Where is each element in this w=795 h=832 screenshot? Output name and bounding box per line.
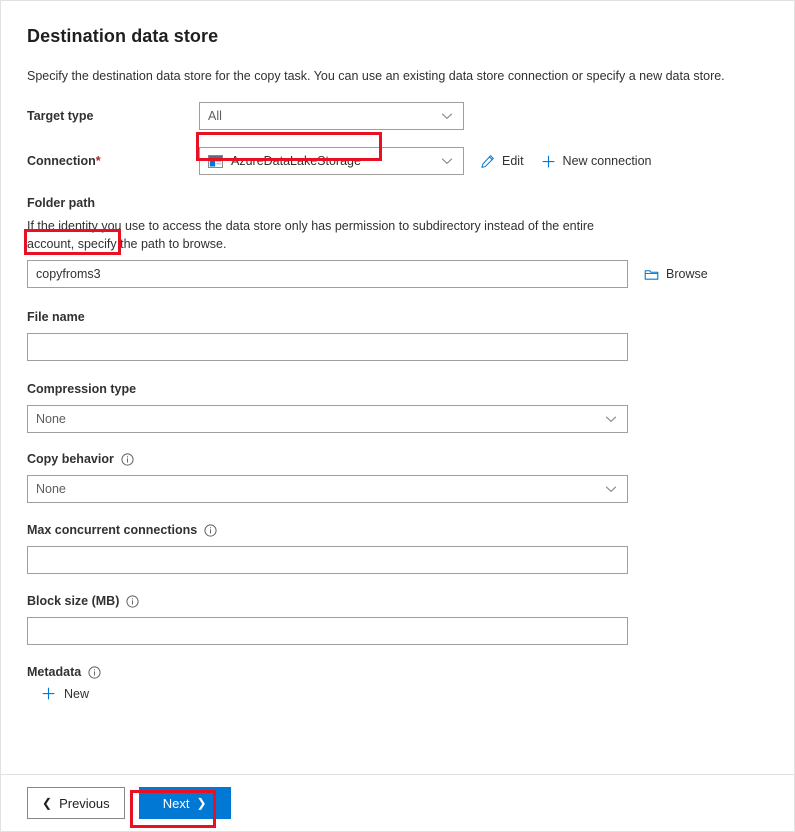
metadata-label-text: Metadata bbox=[27, 664, 81, 681]
file-name-block: File name bbox=[27, 309, 768, 361]
block-size-block: Block size (MB) bbox=[27, 593, 768, 645]
chevron-down-icon bbox=[605, 413, 617, 425]
copy-behavior-dropdown[interactable]: None bbox=[27, 475, 628, 503]
wizard-footer: ❮ Previous Next ❯ bbox=[1, 774, 794, 831]
new-connection-label: New connection bbox=[563, 154, 652, 168]
previous-button[interactable]: ❮ Previous bbox=[27, 787, 125, 819]
folder-path-row: copyfroms3 Browse bbox=[27, 260, 768, 288]
compression-type-dropdown[interactable]: None bbox=[27, 405, 628, 433]
plus-icon bbox=[41, 686, 56, 701]
chevron-right-icon: ❯ bbox=[196, 797, 206, 809]
connection-dropdown[interactable]: AzureDataLakeStorage bbox=[199, 147, 464, 175]
connection-label: Connection* bbox=[27, 154, 199, 168]
block-size-input[interactable] bbox=[27, 617, 628, 645]
copy-behavior-label-text: Copy behavior bbox=[27, 451, 114, 468]
copy-behavior-label: Copy behavior bbox=[27, 451, 768, 468]
info-icon[interactable] bbox=[121, 453, 134, 466]
panel-content: Destination data store Specify the desti… bbox=[1, 1, 794, 776]
block-size-label: Block size (MB) bbox=[27, 593, 768, 610]
edit-connection-button[interactable]: Edit bbox=[480, 154, 524, 169]
copy-behavior-value: None bbox=[36, 476, 599, 502]
file-name-label: File name bbox=[27, 309, 768, 326]
destination-data-store-panel: Destination data store Specify the desti… bbox=[0, 0, 795, 832]
next-button-label: Next bbox=[163, 796, 190, 811]
target-type-value: All bbox=[208, 103, 435, 129]
info-icon[interactable] bbox=[126, 595, 139, 608]
max-concurrent-connections-block: Max concurrent connections bbox=[27, 522, 768, 574]
info-icon[interactable] bbox=[204, 524, 217, 537]
chevron-down-icon bbox=[441, 155, 453, 167]
previous-button-label: Previous bbox=[59, 796, 110, 811]
block-size-label-text: Block size (MB) bbox=[27, 593, 119, 610]
new-connection-button[interactable]: New connection bbox=[541, 154, 652, 169]
connection-label-text: Connection bbox=[27, 154, 96, 168]
page-description: Specify the destination data store for t… bbox=[27, 67, 767, 85]
target-type-row: Target type All bbox=[27, 102, 768, 130]
metadata-new-button[interactable]: New bbox=[41, 686, 89, 701]
plus-icon bbox=[541, 154, 556, 169]
pencil-icon bbox=[480, 154, 495, 169]
chevron-down-icon bbox=[605, 483, 617, 495]
info-icon[interactable] bbox=[88, 666, 101, 679]
target-type-dropdown[interactable]: All bbox=[199, 102, 464, 130]
folder-path-label: Folder path bbox=[27, 195, 768, 212]
copy-behavior-block: Copy behavior None bbox=[27, 451, 768, 503]
folder-path-block: Folder path If the identity you use to a… bbox=[27, 195, 768, 288]
metadata-new-label: New bbox=[64, 687, 89, 701]
chevron-left-icon: ❮ bbox=[42, 797, 52, 809]
folder-icon bbox=[644, 267, 659, 282]
max-concurrent-connections-label-text: Max concurrent connections bbox=[27, 522, 197, 539]
page-title: Destination data store bbox=[27, 23, 768, 49]
folder-path-input[interactable]: copyfroms3 bbox=[27, 260, 628, 288]
metadata-block: Metadata New bbox=[27, 664, 768, 701]
max-concurrent-connections-label: Max concurrent connections bbox=[27, 522, 768, 539]
max-concurrent-connections-input[interactable] bbox=[27, 546, 628, 574]
folder-path-helper: If the identity you use to access the da… bbox=[27, 217, 627, 253]
compression-type-label: Compression type bbox=[27, 381, 768, 398]
connection-commands: Edit New connection bbox=[480, 154, 652, 169]
connection-row: Connection* AzureDataLakeStorage bbox=[27, 147, 768, 175]
browse-button[interactable]: Browse bbox=[644, 267, 708, 282]
compression-type-block: Compression type None bbox=[27, 381, 768, 433]
browse-label: Browse bbox=[666, 267, 708, 281]
edit-connection-label: Edit bbox=[502, 154, 524, 168]
required-asterisk: * bbox=[96, 154, 101, 168]
compression-type-value: None bbox=[36, 406, 599, 432]
file-name-input[interactable] bbox=[27, 333, 628, 361]
chevron-down-icon bbox=[441, 110, 453, 122]
target-type-label: Target type bbox=[27, 109, 199, 123]
metadata-label: Metadata bbox=[27, 664, 768, 681]
connection-value: AzureDataLakeStorage bbox=[231, 148, 435, 174]
folder-path-value: copyfroms3 bbox=[36, 261, 619, 287]
azure-data-lake-storage-icon bbox=[208, 155, 223, 168]
next-button[interactable]: Next ❯ bbox=[139, 787, 231, 819]
